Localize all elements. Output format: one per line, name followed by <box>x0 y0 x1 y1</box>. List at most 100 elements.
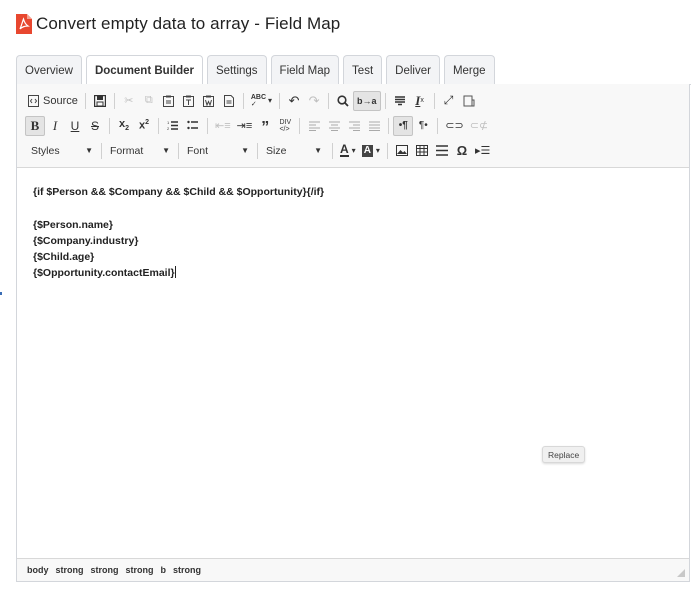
unlink-icon: ⊂⊄ <box>469 120 489 132</box>
path-item-strong[interactable]: strong <box>91 565 119 575</box>
image-button[interactable] <box>392 141 412 161</box>
paste-icon <box>163 95 175 107</box>
align-right-icon <box>348 121 360 131</box>
content-line-last: {$Opportunity.contactEmail} <box>33 265 324 281</box>
chevron-down-icon: ▼ <box>241 146 249 155</box>
path-item-body[interactable]: body <box>27 565 49 575</box>
rtl-button[interactable]: ¶• <box>413 116 433 136</box>
paste-text-button[interactable] <box>179 91 199 111</box>
remove-format-button[interactable]: Ix <box>410 91 430 111</box>
source-button[interactable]: Source <box>25 91 81 111</box>
italic-icon: I <box>52 117 58 133</box>
outdent-icon: ⇤≡ <box>215 120 231 132</box>
path-item-strong[interactable]: strong <box>56 565 84 575</box>
toolbar-separator <box>279 92 281 109</box>
styles-dropdown[interactable]: Styles ▼ <box>25 141 99 161</box>
editor-content[interactable]: {if $Person && $Company && $Child && $Op… <box>33 184 324 282</box>
outdent-button[interactable]: ⇤≡ <box>212 116 234 136</box>
select-all-button[interactable] <box>390 91 410 111</box>
tab-field-map[interactable]: Field Map <box>270 55 340 85</box>
editor-toolbar: Source ✂ ⧉ ABC ✓ ▾ ↶ ↷ b→a I x ⤢ B I U S… <box>17 84 689 168</box>
svg-text:1: 1 <box>167 120 170 125</box>
superscript-button[interactable]: x2 <box>134 116 154 136</box>
resize-handle-icon[interactable] <box>677 569 685 577</box>
copy-button[interactable]: ⧉ <box>139 91 159 111</box>
underline-button[interactable]: U <box>65 116 85 136</box>
div-container-button[interactable]: DIV </> <box>275 116 295 136</box>
cut-icon: ✂ <box>124 95 134 107</box>
strikethrough-button[interactable]: S <box>85 116 105 136</box>
size-dropdown[interactable]: Size ▼ <box>260 141 328 161</box>
tab-document-builder[interactable]: Document Builder <box>85 55 203 86</box>
paste-button[interactable] <box>159 91 179 111</box>
path-item-strong[interactable]: strong <box>173 565 201 575</box>
undo-button[interactable]: ↶ <box>284 91 304 111</box>
path-item-b[interactable]: b <box>161 565 167 575</box>
toolbar-separator <box>158 117 159 134</box>
subscript-button[interactable]: x2 <box>114 116 134 136</box>
rtl-icon: ¶• <box>418 120 428 131</box>
horizontal-line-button[interactable] <box>432 141 452 161</box>
maximize-button[interactable]: ⤢ <box>439 91 459 111</box>
content-line: {$Opportunity.contactEmail} <box>33 267 175 280</box>
tab-merge[interactable]: Merge <box>443 55 495 85</box>
find-button[interactable] <box>333 91 353 111</box>
pdf-icon <box>16 14 32 34</box>
background-color-icon: A <box>361 144 373 157</box>
bulleted-list-icon <box>187 120 198 130</box>
strikethrough-icon: S <box>90 118 99 133</box>
page-title: Convert empty data to array - Field Map <box>36 14 341 33</box>
justify-button[interactable] <box>364 116 384 136</box>
quote-icon: ” <box>261 119 270 136</box>
toolbar-separator <box>328 92 330 109</box>
replace-tool-button[interactable]: b→a <box>353 90 381 111</box>
align-left-button[interactable] <box>304 116 324 136</box>
toolbar-separator <box>101 142 102 159</box>
format-dropdown[interactable]: Format ▼ <box>104 141 176 161</box>
tab-settings[interactable]: Settings <box>206 55 267 85</box>
paste-word-button[interactable] <box>199 91 219 111</box>
show-blocks-button[interactable] <box>459 91 479 111</box>
tab-overview[interactable]: Overview <box>16 55 82 85</box>
toolbar-separator <box>437 117 439 134</box>
toolbar-separator <box>384 92 386 109</box>
redo-icon: ↷ <box>308 92 320 108</box>
unlink-button[interactable]: ⊂⊄ <box>467 116 491 136</box>
svg-text:2: 2 <box>167 126 170 131</box>
table-button[interactable] <box>412 141 432 161</box>
background-color-button[interactable]: A ▾ <box>359 141 383 161</box>
align-center-button[interactable] <box>324 116 344 136</box>
source-icon <box>28 94 39 107</box>
blockquote-button[interactable]: ” <box>255 116 275 136</box>
ltr-button[interactable]: •¶ <box>393 115 414 136</box>
toolbar-separator <box>109 117 110 134</box>
link-button[interactable]: ⊂⊃ <box>442 116 466 136</box>
font-label: Font <box>187 144 209 157</box>
font-dropdown[interactable]: Font ▼ <box>181 141 255 161</box>
italic-button[interactable]: I <box>45 116 65 136</box>
replace-button[interactable]: Replace <box>542 446 586 463</box>
templates-button[interactable] <box>219 91 239 111</box>
bold-button[interactable]: B <box>25 115 45 136</box>
table-icon <box>415 145 428 156</box>
paste-word-icon <box>203 95 215 107</box>
spellcheck-button[interactable]: ABC ✓ ▾ <box>248 91 275 111</box>
save-button[interactable] <box>90 91 110 111</box>
select-all-icon <box>394 95 405 105</box>
special-char-button[interactable]: Ω <box>452 141 472 161</box>
numbered-list-button[interactable]: 12 <box>163 116 183 136</box>
subscript-icon: x2 <box>118 118 130 133</box>
text-color-button[interactable]: A ▾ <box>337 141 359 161</box>
indent-icon: ⇥≡ <box>236 120 253 132</box>
indent-button[interactable]: ⇥≡ <box>234 116 256 136</box>
redo-button[interactable]: ↷ <box>304 91 324 111</box>
page-break-button[interactable]: ▸☰ <box>472 141 493 161</box>
bulleted-list-button[interactable] <box>183 116 203 136</box>
cut-button[interactable]: ✂ <box>119 91 139 111</box>
align-right-button[interactable] <box>344 116 364 136</box>
tab-test[interactable]: Test <box>343 55 383 85</box>
tab-deliver[interactable]: Deliver <box>386 55 440 85</box>
content-line: {$Person.name} <box>33 218 113 231</box>
horizontal-line-icon <box>435 145 448 156</box>
path-item-strong[interactable]: strong <box>126 565 154 575</box>
